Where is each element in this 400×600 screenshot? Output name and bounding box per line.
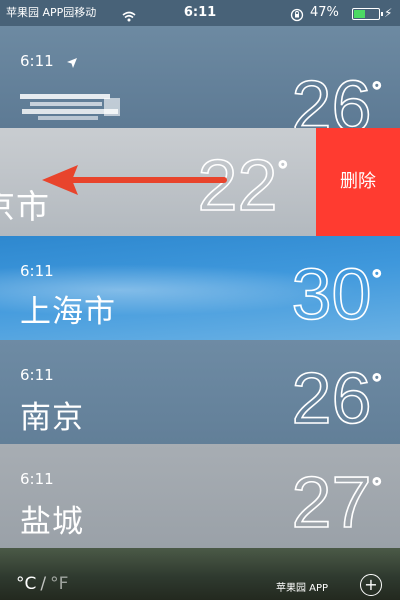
city-row[interactable]: 6:11 盐城 27° (0, 444, 400, 548)
celsius-label[interactable]: °C (16, 574, 36, 594)
city-time: 6:11 (20, 262, 54, 280)
status-bar: 苹果园 APP园移动 6:11 47% ⚡ (0, 0, 400, 26)
city-row[interactable]: 6:11 26° (0, 26, 400, 128)
city-row[interactable]: 6:11 南京 26° (0, 340, 400, 444)
plus-circle-icon[interactable]: + (360, 574, 382, 596)
bottom-toolbar: °C / °F 苹果园 APP + (0, 548, 400, 600)
city-time: 6:11 (20, 52, 54, 70)
charging-icon: ⚡ (384, 6, 393, 20)
watermark: 苹果园 APP (276, 583, 329, 594)
city-temperature: 26° (291, 358, 383, 440)
city-time: 6:11 (20, 470, 54, 488)
battery-percent: 47% (310, 5, 339, 20)
battery-icon (352, 8, 383, 20)
unit-separator: / (40, 574, 47, 594)
delete-button[interactable]: 删除 (316, 128, 400, 236)
city-name: 盐城 (20, 504, 84, 540)
unit-toggle[interactable]: °C / °F (16, 574, 68, 594)
city-temperature: 27° (291, 462, 383, 544)
location-arrow-icon (66, 54, 78, 73)
city-time: 6:11 (20, 366, 54, 384)
fahrenheit-label[interactable]: °F (50, 574, 68, 594)
city-name: 上海市 (20, 294, 116, 330)
swipe-arrow-annotation (42, 165, 227, 195)
city-name: 南京 (20, 400, 84, 436)
city-temperature: 26° (291, 66, 383, 128)
status-time: 6:11 (183, 5, 217, 20)
city-name-redacted (20, 84, 130, 128)
city-row[interactable]: 6:11 上海市 30° (0, 236, 400, 340)
city-temperature: 30° (291, 254, 383, 336)
battery-fill (354, 10, 366, 18)
